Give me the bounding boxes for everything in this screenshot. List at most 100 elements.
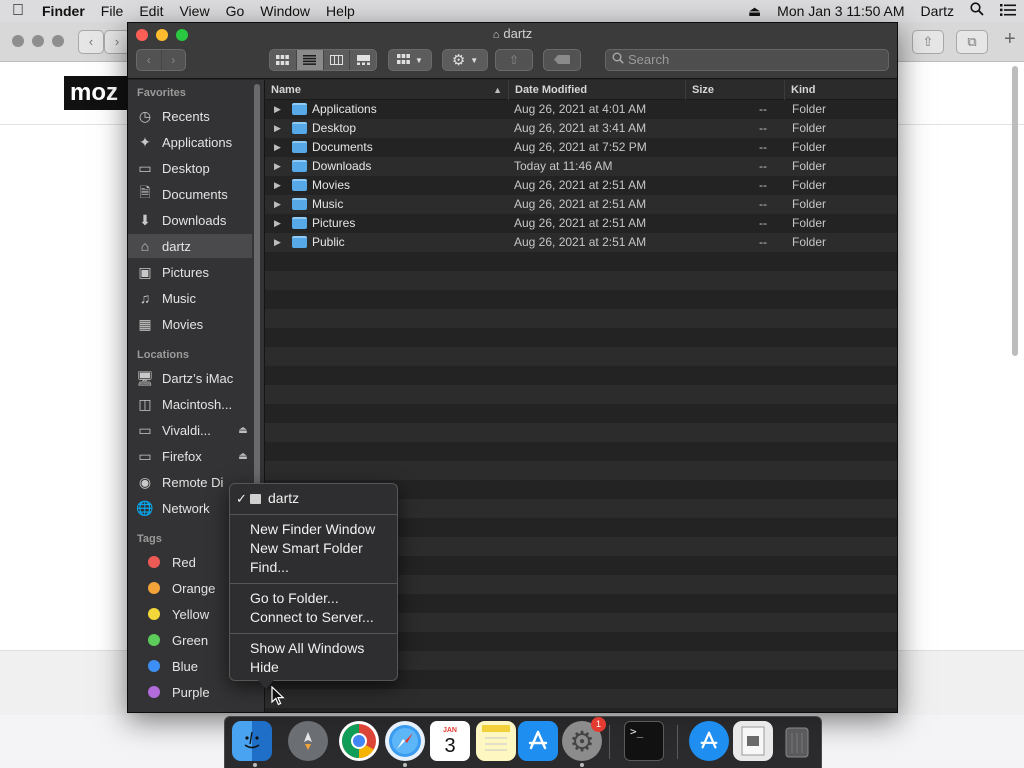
app-store-folder-icon[interactable] — [689, 721, 729, 761]
list-view-icon[interactable] — [296, 50, 324, 70]
finder-icon[interactable] — [232, 721, 272, 761]
system-preferences-icon[interactable]: ⚙ 1 — [562, 717, 606, 761]
folder-icon — [292, 160, 307, 172]
row-kind: Folder — [792, 235, 827, 249]
column-header-date[interactable]: Date Modified — [508, 80, 685, 100]
menubar-clock[interactable]: Mon Jan 3 11:50 AM — [769, 0, 912, 22]
sidebar-item-firefox[interactable]: ▭ Firefox ⏏ — [128, 444, 252, 468]
menu-item-show-all-windows[interactable]: Show All Windows — [230, 639, 397, 658]
sidebar-scrollbar[interactable] — [254, 84, 260, 500]
notification-center-icon[interactable] — [992, 0, 1024, 22]
sidebar-item-music[interactable]: ♫ Music — [128, 286, 252, 310]
background-new-tab-icon[interactable]: + — [1004, 28, 1016, 51]
disclosure-triangle-icon[interactable]: ▶ — [274, 100, 281, 119]
disclosure-triangle-icon[interactable]: ▶ — [274, 176, 281, 195]
background-tabs-icon[interactable]: ⧉ — [956, 30, 988, 54]
app-store-icon[interactable] — [518, 721, 558, 761]
action-menu-button[interactable]: ⚙ ▼ — [442, 49, 488, 71]
sidebar-item-label: Applications — [162, 134, 233, 150]
sidebar-item-downloads[interactable]: ⬇ Downloads — [128, 208, 252, 232]
search-input[interactable]: Search — [605, 49, 889, 71]
row-name: Movies — [312, 178, 351, 192]
table-row[interactable]: ▶ Downloads Today at 11:46 AM -- Folder — [265, 157, 897, 176]
window-title: ⌂ dartz — [128, 26, 897, 41]
table-row[interactable]: ▶ Movies Aug 26, 2021 at 2:51 AM -- Folder — [265, 176, 897, 195]
menu-help[interactable]: Help — [318, 0, 363, 22]
chrome-icon[interactable] — [339, 721, 379, 761]
menubar-user[interactable]: Dartz — [913, 0, 962, 22]
sidebar-item-pictures[interactable]: ▣ Pictures — [128, 260, 252, 284]
menu-item-find[interactable]: Find... — [230, 558, 397, 577]
background-zoom-button[interactable] — [52, 35, 64, 47]
home-icon: ⌂ — [140, 238, 150, 254]
group-by-button[interactable]: ▼ — [388, 49, 432, 71]
sidebar-item-desktop[interactable]: ▭ Desktop — [128, 156, 252, 180]
desktop-icon: ▭ — [138, 159, 152, 176]
column-view-icon[interactable] — [324, 50, 351, 70]
eject-icon[interactable]: ⏏ — [740, 0, 769, 22]
sidebar-item-macintosh-hd[interactable]: ◫ Macintosh... — [128, 392, 252, 416]
menu-item-go-to-folder[interactable]: Go to Folder... — [230, 589, 397, 608]
sidebar-item-documents[interactable]: 🗎 Documents — [128, 182, 252, 206]
back-button[interactable]: ‹ — [137, 50, 162, 70]
column-header-size[interactable]: Size — [685, 80, 784, 100]
background-back-button[interactable]: ‹ — [78, 30, 104, 54]
downloads-stack-icon[interactable] — [733, 721, 773, 761]
background-close-button[interactable] — [12, 35, 24, 47]
edit-tags-button[interactable] — [543, 49, 581, 71]
sidebar-item-vivaldi[interactable]: ▭ Vivaldi... ⏏ — [128, 418, 252, 442]
disclosure-triangle-icon[interactable]: ▶ — [274, 157, 281, 176]
table-row[interactable]: ▶ Desktop Aug 26, 2021 at 3:41 AM -- Folder — [265, 119, 897, 138]
background-minimize-button[interactable] — [32, 35, 44, 47]
disclosure-triangle-icon[interactable]: ▶ — [274, 195, 281, 214]
calendar-icon[interactable]: JAN 3 — [430, 721, 470, 761]
disclosure-triangle-icon[interactable]: ▶ — [274, 233, 281, 252]
menu-item-connect-to-server[interactable]: Connect to Server... — [230, 608, 397, 627]
row-stripe — [265, 347, 897, 366]
column-header-kind[interactable]: Kind — [784, 80, 897, 100]
menu-item-current-window[interactable]: ✓ dartz — [230, 489, 397, 508]
table-row[interactable]: ▶ Applications Aug 26, 2021 at 4:01 AM -- Fo… — [265, 100, 897, 119]
sidebar-item-movies[interactable]: ▦ Movies — [128, 312, 252, 336]
safari-icon[interactable] — [385, 721, 425, 761]
sidebar-item-dartz[interactable]: ⌂ dartz — [128, 234, 252, 258]
menu-view[interactable]: View — [171, 0, 217, 22]
menu-item-hide[interactable]: Hide — [230, 658, 397, 677]
spotlight-search-icon[interactable] — [962, 0, 992, 22]
sidebar-item-recents[interactable]: ◷ Recents — [128, 104, 252, 128]
table-row[interactable]: ▶ Pictures Aug 26, 2021 at 2:51 AM -- Folder — [265, 214, 897, 233]
sidebar-item-imac[interactable]: 🖥 Dartz’s iMac — [128, 366, 252, 390]
column-header-name[interactable]: Name ▲ — [265, 80, 508, 100]
eject-icon[interactable]: ⏏ — [236, 451, 250, 462]
terminal-icon[interactable]: >_ — [624, 721, 664, 761]
share-button[interactable]: ⇧ — [495, 49, 533, 71]
sidebar-tag-purple[interactable]: Purple — [128, 680, 252, 704]
disclosure-triangle-icon[interactable]: ▶ — [274, 138, 281, 157]
menu-file[interactable]: File — [93, 0, 132, 22]
background-share-icon[interactable]: ⇧ — [912, 30, 944, 54]
table-row[interactable]: ▶ Documents Aug 26, 2021 at 7:52 PM -- Folde… — [265, 138, 897, 157]
disclosure-triangle-icon[interactable]: ▶ — [274, 119, 281, 138]
table-row[interactable]: ▶ Music Aug 26, 2021 at 2:51 AM -- Folder — [265, 195, 897, 214]
menu-item-new-finder-window[interactable]: New Finder Window — [230, 520, 397, 539]
launchpad-icon[interactable] — [288, 721, 328, 761]
icon-view-icon[interactable] — [270, 50, 297, 70]
eject-icon[interactable]: ⏏ — [236, 425, 250, 436]
menu-app-name[interactable]: Finder — [36, 0, 93, 22]
menu-edit[interactable]: Edit — [131, 0, 171, 22]
menu-go[interactable]: Go — [218, 0, 253, 22]
sidebar-item-applications[interactable]: ✦ Applications — [128, 130, 252, 154]
row-date-modified: Aug 26, 2021 at 2:51 AM — [514, 235, 647, 249]
forward-button[interactable]: › — [162, 50, 186, 70]
search-placeholder: Search — [628, 52, 670, 67]
disclosure-triangle-icon[interactable]: ▶ — [274, 214, 281, 233]
table-row[interactable]: ▶ Public Aug 26, 2021 at 2:51 AM -- Folder — [265, 233, 897, 252]
menu-window[interactable]: Window — [252, 0, 318, 22]
apple-menu-icon[interactable]:  — [0, 2, 36, 20]
trash-icon[interactable] — [777, 721, 817, 761]
gallery-view-icon[interactable] — [350, 50, 376, 70]
camera-icon: ▣ — [138, 263, 152, 280]
notes-icon[interactable] — [476, 721, 516, 761]
menu-item-new-smart-folder[interactable]: New Smart Folder — [230, 539, 397, 558]
background-scrollbar[interactable] — [1012, 66, 1018, 356]
